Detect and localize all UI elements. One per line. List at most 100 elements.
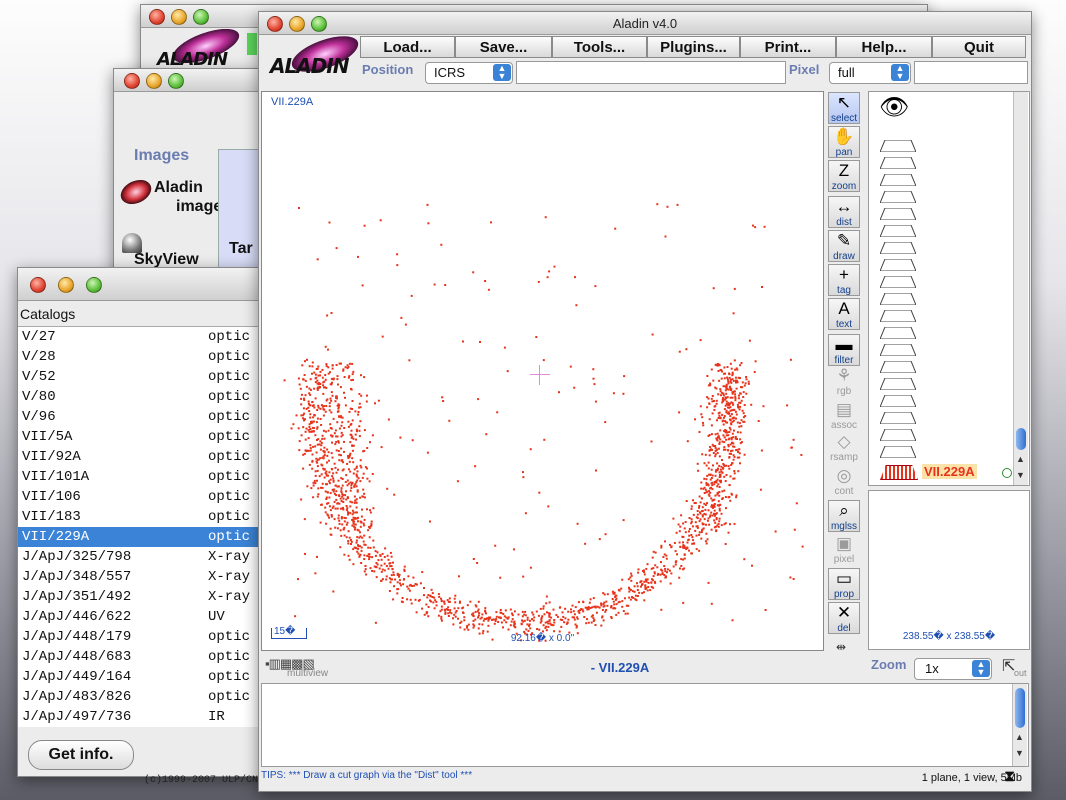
catalog-source-point[interactable] — [727, 531, 730, 534]
catalog-source-point[interactable] — [440, 243, 443, 246]
catalog-source-point[interactable] — [402, 583, 405, 586]
catalog-source-point[interactable] — [327, 451, 330, 454]
catalog-source-point[interactable] — [728, 372, 730, 375]
catalog-source-point[interactable] — [311, 453, 314, 456]
catalog-source-point[interactable] — [719, 473, 722, 476]
scrollbar-thumb[interactable] — [1016, 428, 1026, 450]
catalog-source-point[interactable] — [304, 430, 307, 433]
catalog-source-point[interactable] — [553, 619, 556, 621]
catalog-source-point[interactable] — [346, 521, 349, 524]
catalog-source-point[interactable] — [722, 423, 725, 426]
catalog-source-point[interactable] — [800, 454, 803, 456]
catalog-source-point[interactable] — [383, 562, 386, 565]
catalog-source-point[interactable] — [447, 612, 450, 615]
zoom-window-icon[interactable] — [168, 73, 184, 89]
catalog-source-point[interactable] — [736, 448, 739, 451]
catalog-source-point[interactable] — [555, 614, 558, 616]
catalog-source-point[interactable] — [308, 365, 311, 368]
catalog-source-point[interactable] — [715, 480, 718, 483]
catalog-source-point[interactable] — [314, 572, 317, 575]
catalog-source-point[interactable] — [709, 515, 711, 518]
catalog-source-point[interactable] — [430, 600, 432, 603]
catalog-source-point[interactable] — [672, 565, 675, 568]
catalog-source-point[interactable] — [659, 580, 662, 583]
catalog-source-point[interactable] — [529, 448, 532, 451]
catalog-source-point[interactable] — [660, 568, 663, 571]
catalog-source-point[interactable] — [717, 412, 720, 415]
catalog-source-point[interactable] — [477, 398, 480, 401]
catalog-source-point[interactable] — [684, 531, 687, 534]
catalog-source-point[interactable] — [706, 375, 709, 377]
catalog-source-point[interactable] — [341, 434, 344, 437]
catalog-source-point[interactable] — [730, 401, 733, 404]
catalog-row[interactable]: V/96 optic — [18, 407, 264, 427]
catalog-source-point[interactable] — [714, 405, 717, 408]
catalog-source-point[interactable] — [547, 622, 550, 625]
catalog-source-point[interactable] — [474, 604, 477, 607]
catalog-source-point[interactable] — [351, 481, 354, 484]
catalog-source-point[interactable] — [363, 543, 366, 546]
catalog-source-point[interactable] — [700, 531, 703, 534]
catalog-source-point[interactable] — [561, 611, 564, 614]
catalog-source-point[interactable] — [716, 432, 719, 435]
catalog-source-point[interactable] — [592, 368, 595, 371]
catalog-source-point[interactable] — [696, 510, 699, 512]
catalog-source-point[interactable] — [723, 475, 726, 478]
catalog-source-point[interactable] — [553, 621, 556, 624]
catalog-source-point[interactable] — [332, 417, 335, 420]
catalog-source-point[interactable] — [733, 429, 735, 432]
catalog-source-point[interactable] — [729, 396, 732, 399]
catalog-source-point[interactable] — [318, 383, 321, 385]
catalog-source-point[interactable] — [354, 511, 357, 514]
catalog-source-point[interactable] — [701, 529, 703, 532]
catalog-source-point[interactable] — [365, 400, 368, 403]
catalog-source-point[interactable] — [317, 374, 320, 377]
catalog-source-point[interactable] — [710, 602, 713, 605]
catalog-source-point[interactable] — [350, 487, 353, 489]
catalog-source-point[interactable] — [572, 610, 575, 613]
catalog-source-point[interactable] — [321, 464, 324, 467]
catalog-source-point[interactable] — [587, 621, 590, 624]
catalog-source-point[interactable] — [333, 432, 336, 435]
catalog-source-point[interactable] — [529, 627, 532, 630]
catalog-source-point[interactable] — [352, 472, 355, 475]
catalog-source-point[interactable] — [354, 526, 357, 529]
catalog-row[interactable]: VII/106 optic — [18, 487, 264, 507]
catalog-source-point[interactable] — [290, 427, 293, 430]
catalog-source-point[interactable] — [325, 496, 328, 499]
catalog-source-point[interactable] — [713, 505, 716, 508]
catalog-source-point[interactable] — [503, 615, 506, 618]
catalog-source-point[interactable] — [735, 496, 738, 499]
catalog-source-point[interactable] — [440, 617, 443, 620]
catalog-source-point[interactable] — [738, 452, 741, 455]
catalog-source-point[interactable] — [339, 415, 342, 418]
catalog-source-point[interactable] — [343, 553, 346, 556]
catalog-source-point[interactable] — [444, 284, 447, 286]
catalog-source-point[interactable] — [730, 463, 733, 466]
catalog-source-point[interactable] — [440, 597, 442, 600]
catalog-source-point[interactable] — [699, 518, 702, 521]
empty-plane-slot[interactable] — [880, 191, 916, 203]
catalog-source-point[interactable] — [683, 527, 686, 530]
catalog-source-point[interactable] — [533, 616, 536, 619]
catalog-source-point[interactable] — [733, 445, 736, 448]
catalog-source-point[interactable] — [594, 624, 597, 626]
catalog-source-point[interactable] — [317, 365, 320, 368]
catalog-source-point[interactable] — [347, 425, 350, 428]
catalog-source-point[interactable] — [682, 522, 685, 525]
catalog-source-point[interactable] — [334, 507, 337, 510]
catalog-source-point[interactable] — [683, 553, 686, 556]
catalog-source-point[interactable] — [303, 419, 305, 422]
catalog-source-point[interactable] — [392, 598, 395, 601]
catalog-source-point[interactable] — [374, 621, 377, 624]
catalog-source-point[interactable] — [680, 558, 683, 561]
tools-button[interactable]: Tools... — [552, 36, 647, 58]
aladin-images-button[interactable]: Aladin images — [116, 175, 231, 219]
catalog-source-point[interactable] — [742, 391, 745, 394]
catalog-source-point[interactable] — [726, 406, 729, 409]
catalog-source-point[interactable] — [736, 431, 739, 434]
catalog-source-point[interactable] — [647, 586, 650, 588]
catalog-source-point[interactable] — [526, 618, 529, 621]
empty-plane-slot[interactable] — [880, 225, 916, 237]
catalog-source-point[interactable] — [360, 394, 363, 397]
